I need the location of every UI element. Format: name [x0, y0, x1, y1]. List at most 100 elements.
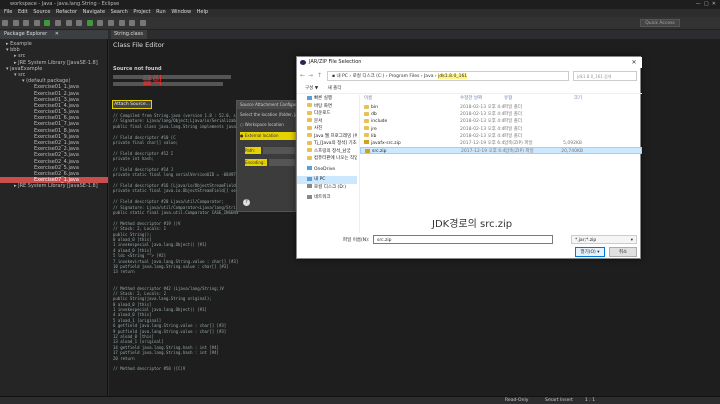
search-input[interactable]: jdk1.8.0_161 검색 — [573, 71, 637, 81]
quick-access-field[interactable]: Quick Access — [640, 19, 680, 27]
new-class-icon[interactable] — [86, 20, 93, 26]
workspace-location-radio[interactable]: ○ Workspace location — [240, 122, 296, 127]
menu-search[interactable]: Search — [111, 9, 128, 15]
tree-item[interactable]: ▸ JRE System Library [JavaSE-1.8] — [0, 183, 108, 189]
nav-item[interactable]: 네트워크 — [297, 194, 357, 202]
encoding-select[interactable] — [269, 159, 295, 166]
file-row[interactable]: db 2018-02-13 오후 4:42파일 폴더 — [360, 111, 642, 118]
file-row[interactable]: bin 2018-02-13 오후 4:42파일 폴더 — [360, 104, 642, 111]
nav-item[interactable]: 문서 — [297, 118, 357, 126]
attach-source-button[interactable]: Attach Source... — [112, 100, 152, 109]
nav-item[interactable]: 빠른 실행 — [297, 95, 357, 103]
nav-item[interactable]: OneDrive — [297, 166, 357, 174]
menu-project[interactable]: Project — [133, 9, 150, 15]
file-row[interactable]: jre 2018-02-13 오후 4:42파일 폴더 — [360, 126, 642, 133]
column-date[interactable]: 수정한 날짜 — [460, 95, 504, 103]
file-type: 파일 폴더 — [504, 133, 522, 139]
nav-item[interactable]: 컴퓨터판에 나오는 작업 — [297, 155, 357, 163]
new-java-project-icon[interactable] — [65, 20, 72, 26]
search-icon[interactable] — [107, 20, 114, 26]
menu-refactor[interactable]: Refactor — [56, 9, 77, 15]
menu-edit[interactable]: Edit — [18, 9, 28, 15]
download-icon — [307, 110, 312, 115]
file-row[interactable]: include 2018-02-13 오후 4:42파일 폴더 — [360, 118, 642, 125]
breadcrumb-program-files[interactable]: Program Files — [389, 74, 419, 79]
column-type[interactable]: 유형 — [504, 95, 542, 103]
nav-item[interactable]: 사진 — [297, 125, 357, 133]
cancel-button[interactable]: 취소 — [609, 247, 637, 257]
menu-navigate[interactable]: Navigate — [83, 9, 105, 15]
nav-item[interactable]: 다운로드 — [297, 110, 357, 118]
menu-help[interactable]: Help — [197, 9, 208, 15]
nav-item-label: Tj_[Java의 정석] 기초 — [314, 141, 357, 146]
file-row[interactable]: src.zip 2017-12-19 오후 6:48압축(ZIP) 파일 20,74… — [360, 147, 642, 155]
window-controls[interactable]: — □ ✕ — [696, 0, 716, 9]
menu-file[interactable]: File — [4, 9, 12, 15]
nav-item-label: OneDrive — [314, 166, 336, 172]
debug-icon[interactable] — [33, 20, 40, 26]
source-attachment-prompt: Select the location (folder, JAR or zip)… — [240, 112, 296, 117]
tree-label: Example — [10, 41, 32, 47]
chevron-down-icon: ▾ — [630, 238, 633, 243]
file-row[interactable]: lib 2018-02-13 오후 4:42파일 폴더 — [360, 133, 642, 140]
breadcrumb-jdk[interactable]: jdk1.8.0_161 — [438, 74, 468, 79]
breadcrumb-local-disk[interactable]: 로컬 디스크 (C:) — [353, 74, 385, 79]
path-input[interactable] — [263, 147, 295, 154]
open-button[interactable]: 열기(O) ▾ — [575, 247, 605, 257]
filename-input[interactable]: src.zip — [373, 235, 553, 244]
external-location-radio[interactable]: ● External location — [240, 132, 296, 140]
folder-icon — [307, 155, 312, 160]
save-all-icon[interactable] — [23, 20, 30, 26]
source-not-found-message — [113, 73, 233, 91]
column-name[interactable]: 이름 — [360, 95, 460, 103]
new-folder-button[interactable]: 새 폴더 — [328, 86, 342, 91]
drive-icon — [307, 184, 312, 188]
back-arrow-icon[interactable]: ← — [299, 72, 306, 80]
document-icon — [307, 118, 312, 122]
prev-edit-icon[interactable] — [118, 20, 125, 26]
file-name: bin — [371, 105, 378, 110]
menu-window[interactable]: Window — [171, 9, 191, 15]
nav-item-label: 네트워크 — [314, 195, 331, 200]
nav-item[interactable]: 로컬 디스크 (D:) — [297, 184, 357, 192]
pc-icon — [307, 176, 312, 181]
package-explorer-tab[interactable]: Package Explorer ✕ — [0, 30, 108, 39]
folder-icon — [307, 148, 312, 152]
nav-item[interactable]: Java 웹 프로그래밍 (위키북스) — [297, 133, 357, 141]
nav-item-label: 빠른 실행 — [314, 96, 332, 101]
run-icon[interactable] — [44, 20, 51, 26]
tree-label: bbb — [10, 47, 20, 54]
up-arrow-icon[interactable]: ↑ — [316, 72, 323, 80]
file-row[interactable]: javafx-src.zip 2017-12-19 오후 6:48압축(ZIP) … — [360, 140, 642, 147]
close-icon[interactable]: ✕ — [55, 31, 59, 37]
desktop-icon — [307, 103, 312, 107]
breadcrumb-java[interactable]: Java — [424, 74, 434, 79]
forward-arrow-icon[interactable]: → — [307, 72, 314, 80]
organize-button[interactable]: 구성 ▼ — [305, 86, 318, 91]
nav-item[interactable]: 바탕 화면 — [297, 103, 357, 111]
code-line: 6 getfield java.lang.String.value : char… — [113, 323, 227, 329]
folder-icon — [364, 111, 369, 116]
help-icon[interactable]: ? — [243, 199, 250, 206]
address-bar[interactable]: ▪ 내 PC › 로컬 디스크 (C:) › Program Files › J… — [327, 71, 569, 81]
new-icon[interactable] — [2, 20, 8, 26]
back-icon[interactable] — [129, 20, 136, 26]
breadcrumb-pc[interactable]: 내 PC — [337, 74, 348, 79]
close-icon[interactable]: ✕ — [629, 58, 639, 67]
nav-item[interactable]: 내 PC — [297, 176, 357, 184]
file-type: 압축(ZIP) 파일 — [504, 140, 533, 146]
save-icon[interactable] — [12, 20, 19, 26]
forward-icon[interactable] — [139, 20, 146, 26]
nav-item[interactable]: 스프링의 정석_남궁 — [297, 148, 357, 156]
new-package-icon[interactable] — [76, 20, 83, 26]
editor-tab-string-class[interactable]: String.class ✕ — [111, 30, 147, 46]
encoding-label: Encoding: — [245, 159, 267, 166]
nav-item[interactable]: Tj_[Java의 정석] 기초 — [297, 140, 357, 148]
menu-run[interactable]: Run — [156, 9, 166, 15]
external-tools-icon[interactable] — [54, 20, 61, 26]
column-size[interactable]: 크기 — [542, 95, 582, 103]
filetype-select[interactable]: *.jar;*.zip ▾ — [571, 235, 637, 244]
menu-source[interactable]: Source — [33, 9, 50, 15]
pc-icon: ▪ — [332, 74, 336, 79]
open-type-icon[interactable] — [97, 20, 104, 26]
